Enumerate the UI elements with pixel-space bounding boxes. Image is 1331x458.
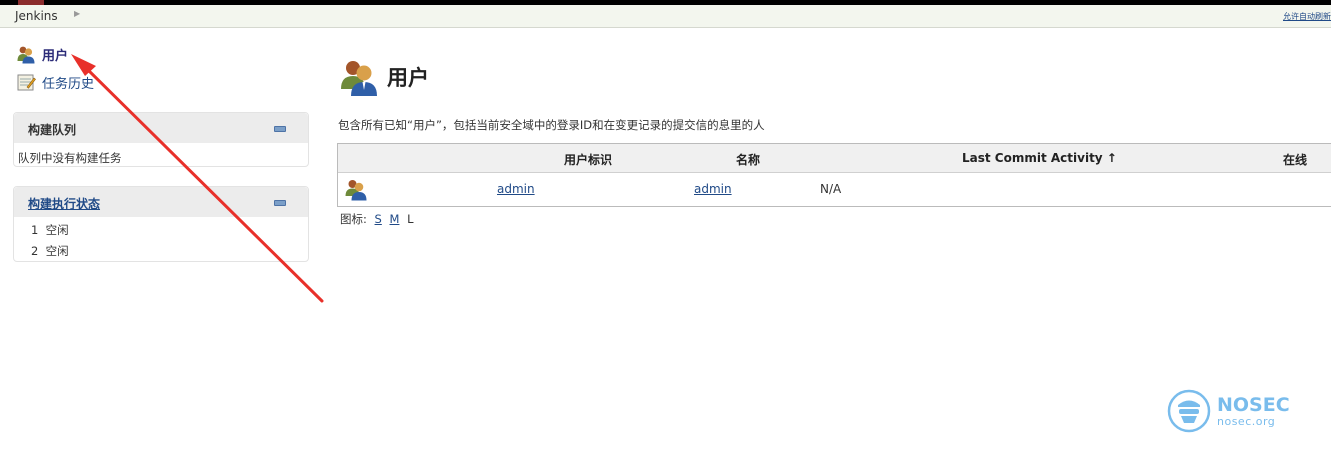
- annotation-arrow-shaft: [80, 62, 324, 303]
- nosec-watermark: NOSEC nosec.org: [1167, 389, 1290, 433]
- watermark-text: NOSEC nosec.org: [1217, 395, 1290, 428]
- nosec-logo-icon: [1167, 389, 1211, 433]
- watermark-name: NOSEC: [1217, 393, 1290, 416]
- watermark-domain: nosec.org: [1217, 414, 1276, 428]
- annotation-arrow: [71, 54, 324, 303]
